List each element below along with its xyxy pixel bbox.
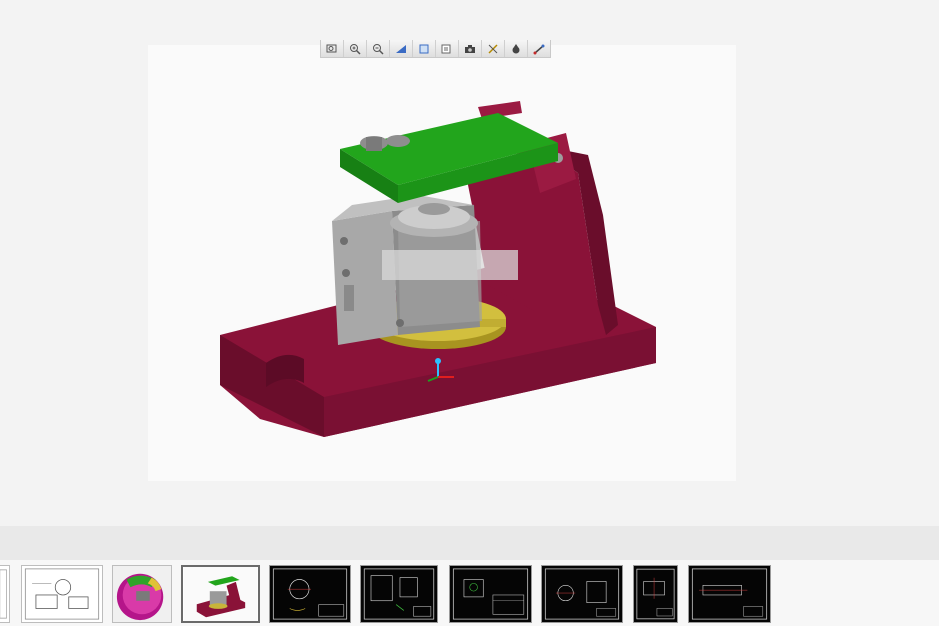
spin-button[interactable] [482,40,505,57]
thumbnail-header-bar [0,526,939,560]
spin-icon [488,43,498,54]
display-style-icon [512,43,520,53]
assembly-preview-icon [183,567,258,621]
zoom-in-icon [350,43,361,55]
cad-3d-viewport[interactable] [148,45,736,481]
zoom-fit-button[interactable] [321,40,344,57]
measure-icon [533,44,545,54]
part-preview-icon [113,566,171,622]
measure-button[interactable] [528,40,550,57]
viewer-toolbar [320,40,551,58]
drawing-preview-icon [24,568,100,620]
view-orientation-icon [396,44,406,53]
display-style-button[interactable] [505,40,528,57]
thumbnail-render-assembly[interactable] [181,565,260,623]
drawing-preview-icon [452,568,529,620]
zoom-out-icon [373,43,384,55]
camera-button[interactable] [459,40,482,57]
drawing-preview-icon [544,568,620,620]
drawing-preview-icon [272,568,348,620]
drawing-preview-icon [0,569,7,619]
view-plane-button[interactable] [413,40,436,57]
thumbnail-drawing-4[interactable] [360,565,438,623]
view-plane-icon [419,44,429,53]
drawing-preview-icon [363,568,435,620]
layers-icon [441,44,451,53]
view-orientation-button[interactable] [390,40,413,57]
thumbnail-drawing-5[interactable] [449,565,532,623]
fixture-assembly-model [220,101,656,437]
thumbnail-drawing-6[interactable] [541,565,623,623]
thumbnail-drawing-8[interactable] [688,565,771,623]
zoom-fit-icon [326,44,337,52]
blurred-watermark [382,250,518,280]
zoom-out-button[interactable] [367,40,390,57]
layers-button[interactable] [436,40,459,57]
thumbnail-strip [0,560,939,626]
camera-icon [465,44,475,53]
thumbnail-drawing-2[interactable] [21,565,103,623]
thumbnail-drawing-3[interactable] [269,565,351,623]
thumbnail-drawing-1[interactable] [0,565,10,623]
thumbnail-drawing-7[interactable] [633,565,678,623]
drawing-preview-icon [691,568,768,620]
thumbnail-render-part[interactable] [112,565,172,623]
drawing-preview-icon [636,568,675,620]
zoom-in-button[interactable] [344,40,367,57]
viewer-area [0,0,939,526]
